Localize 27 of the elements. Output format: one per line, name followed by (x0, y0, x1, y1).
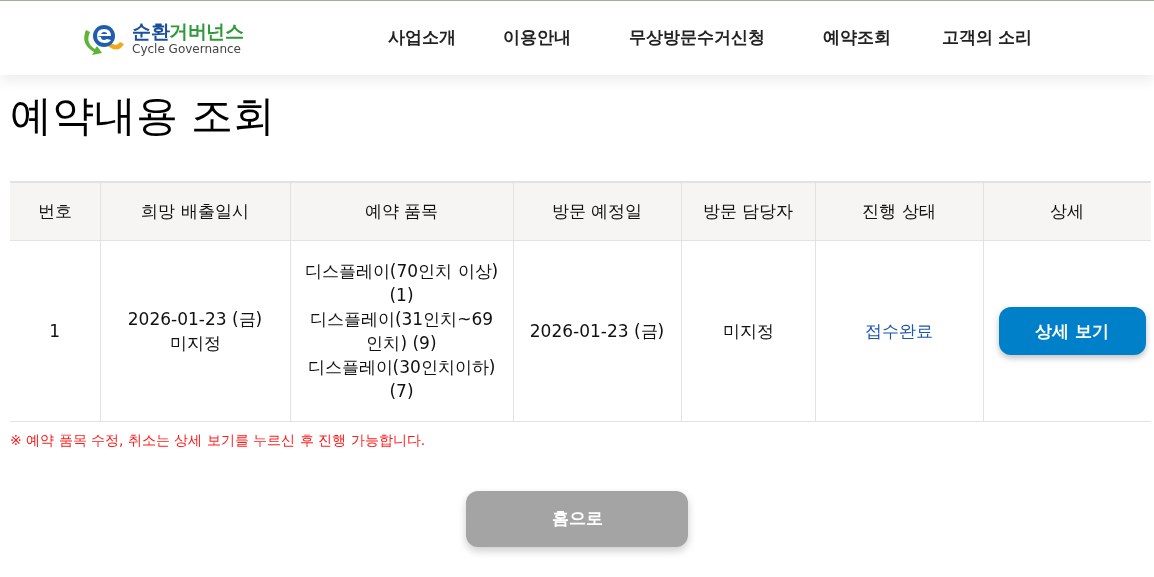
logo-word: 거버넌스 (169, 21, 244, 41)
nav-link[interactable]: 무상방문수거신청 (602, 25, 792, 51)
item-text: 디스플레이(30인치이하)(7) (306, 355, 497, 403)
column-header: 예약 품목 (290, 182, 513, 240)
table-cell-text: 미지정 (721, 319, 775, 343)
nav-link[interactable]: 예약조회 (792, 25, 922, 51)
nav-link[interactable]: 고객의 소리 (922, 25, 1052, 51)
nav-link[interactable]: 이용안내 (472, 25, 602, 51)
status-text: 접수완료 (864, 319, 934, 343)
column-header: 번호 (10, 182, 100, 240)
table-cell-text: 2026-01-23 (금) (126, 307, 264, 331)
column-header: 방문 예정일 (513, 182, 681, 240)
column-header: 희망 배출일시 (100, 182, 290, 240)
item-text: 디스플레이(31인치~69인치) (9) (308, 307, 495, 355)
page-title: 예약내용 조회 (10, 95, 277, 137)
logo-word: 순환 (132, 21, 170, 41)
logo-subtitle: Cycle Governance (132, 42, 242, 55)
item-text: 디스플레이(70인치 이상)(1) (303, 259, 500, 307)
detail-button[interactable]: 상세 보기 (998, 306, 1146, 355)
notice-text: ※ 예약 품목 수정, 취소는 상세 보기를 누르신 후 진행 가능합니다. (10, 430, 427, 450)
column-header: 진행 상태 (815, 182, 983, 240)
column-header: 상세 (983, 182, 1151, 240)
table-cell-text: 2026-01-23 (금) (528, 319, 666, 343)
table-cell-text: 미지정 (168, 331, 222, 355)
column-header: 방문 담당자 (681, 182, 815, 240)
table-cell-text: 1 (48, 319, 62, 343)
nav-link[interactable]: 사업소개 (372, 25, 472, 51)
